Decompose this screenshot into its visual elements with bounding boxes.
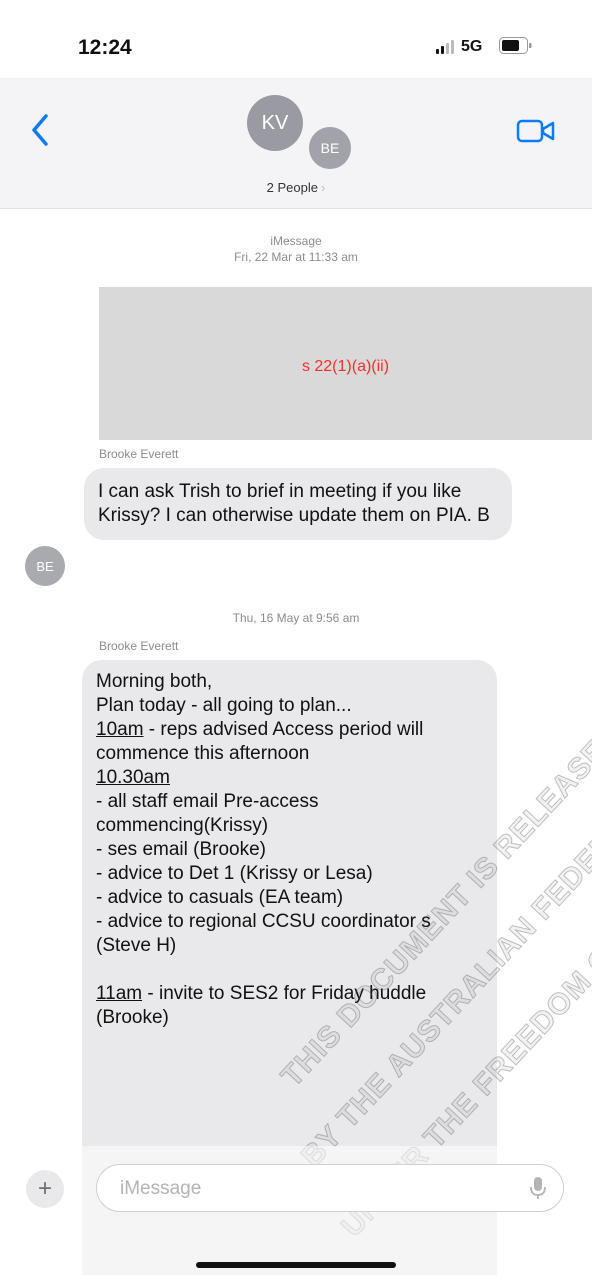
chevron-right-icon: › (320, 180, 326, 195)
avatar[interactable]: BE (25, 546, 65, 586)
message-input-placeholder: iMessage (120, 1178, 202, 1199)
group-name-label: 2 People (266, 180, 318, 195)
timestamp: Fri, 22 Mar at 11:33 am (234, 250, 358, 264)
message-line: - ses email (Brooke) (96, 839, 266, 860)
message-bubble[interactable]: I can ask Trish to brief in meeting if y… (84, 468, 512, 540)
message-line: Plan today - all going to plan... (96, 695, 352, 716)
avatar[interactable]: KV (247, 95, 303, 151)
network-label: 5G (461, 38, 483, 55)
time-link[interactable]: 10am (96, 719, 144, 740)
message-line: - advice to casuals (EA team) (96, 887, 344, 908)
message-line: - advice to regional CCSU coordinator s … (96, 911, 437, 956)
home-indicator[interactable] (196, 1262, 396, 1268)
message-line: - advice to Det 1 (Krissy or Lesa) (96, 863, 373, 884)
timestamp: Thu, 16 May at 9:56 am (232, 611, 360, 625)
sender-name: Brooke Everett (99, 639, 179, 653)
message-text: I can ask Trish to brief in meeting if y… (98, 481, 490, 526)
message-line: Morning both, (96, 671, 213, 692)
message-line: 10.30am (96, 766, 483, 790)
message-line: 10am - reps advised Access period will c… (96, 719, 429, 764)
video-call-icon[interactable] (516, 117, 556, 145)
group-name[interactable]: 2 People › (0, 180, 592, 195)
time-link[interactable]: 11am (96, 983, 142, 1004)
signal-icon (436, 40, 456, 54)
status-time: 12:24 (78, 36, 132, 59)
avatar[interactable]: BE (306, 124, 354, 172)
time-link[interactable]: 10.30am (96, 767, 170, 788)
message-line: 11am - invite to SES2 for Friday huddle … (96, 983, 432, 1028)
microphone-icon[interactable] (530, 1176, 546, 1200)
service-label: iMessage (270, 234, 322, 248)
redaction-label: s 22(1)(a)(ii) (301, 358, 390, 375)
message-line: - all staff email Pre-access commencing(… (96, 791, 324, 836)
sender-name: Brooke Everett (99, 447, 179, 461)
plus-icon[interactable]: + (26, 1170, 64, 1208)
message-line (96, 958, 483, 982)
battery-icon (499, 37, 532, 54)
back-chevron-icon[interactable] (28, 112, 52, 148)
